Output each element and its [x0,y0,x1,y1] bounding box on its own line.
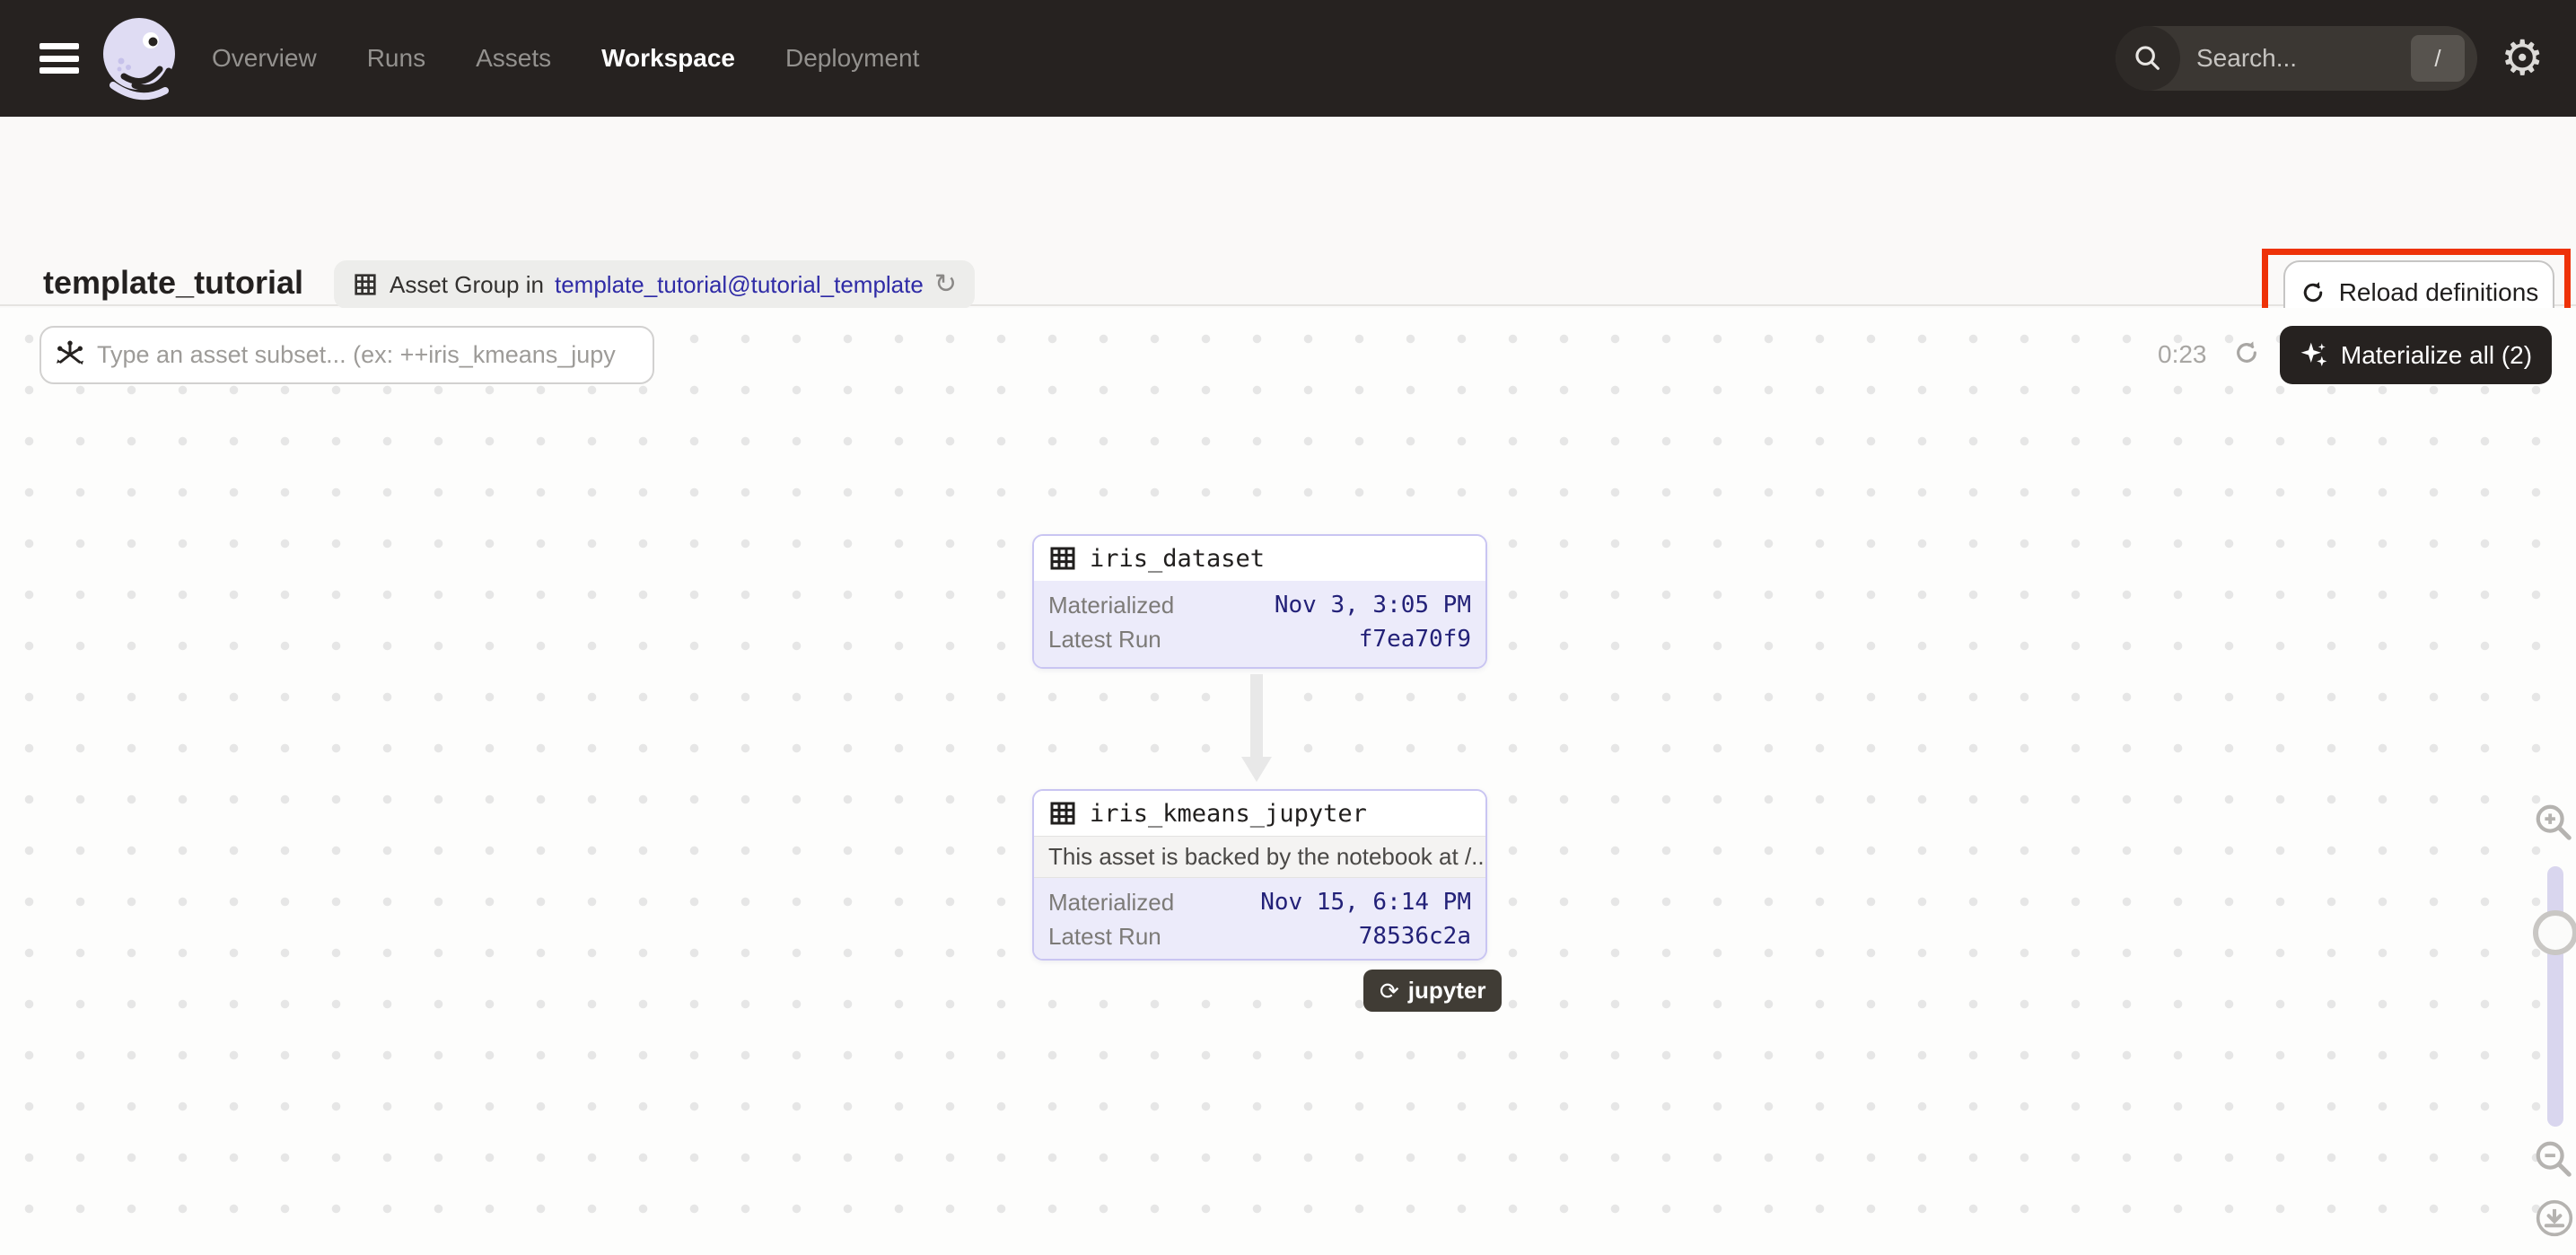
run-id-link[interactable]: 78536c2a [1359,923,1471,950]
sparkle-icon [2300,341,2328,370]
materialize-all-button[interactable]: Materialize all (2) [2280,326,2552,384]
row-label: Materialized [1048,889,1174,917]
search-shortcut-key: / [2411,35,2465,82]
asset-group-badge: Asset Group in template_tutorial@tutoria… [334,260,975,309]
search-placeholder: Search... [2196,44,2411,73]
lineage-edge [1250,674,1263,757]
nav-item-assets[interactable]: Assets [476,44,551,73]
latest-run-row: Latest Run f7ea70f9 [1048,622,1471,656]
materialize-all-label: Materialize all (2) [2341,341,2532,370]
zoom-in-button[interactable] [2533,802,2574,847]
asset-name: iris_dataset [1090,545,1265,573]
materialized-row: Materialized Nov 15, 6:14 PM [1048,885,1471,919]
asset-node-iris-kmeans-jupyter[interactable]: iris_kmeans_jupyter This asset is backed… [1032,789,1487,961]
asset-filter-input[interactable] [39,326,654,384]
badge-reload-icon[interactable]: ↻ [934,271,957,298]
nav-item-workspace[interactable]: Workspace [601,44,735,73]
graph-refresh-icon[interactable] [2232,338,2261,372]
nav-item-runs[interactable]: Runs [367,44,425,73]
table-grid-icon [1048,544,1077,573]
settings-gear-icon[interactable]: ⚙ [2501,34,2544,83]
zoom-out-button[interactable] [2533,1138,2574,1184]
row-value[interactable]: Nov 3, 3:05 PM [1275,592,1471,619]
zoom-slider-track[interactable] [2547,866,2563,1127]
download-image-button[interactable] [2535,1198,2574,1242]
asset-node-header: iris_kmeans_jupyter [1034,791,1485,836]
dagster-logo-icon[interactable] [97,13,187,104]
search-input[interactable]: Search... / [2116,26,2477,91]
hamburger-menu-icon[interactable] [39,43,79,74]
row-label: Materialized [1048,592,1174,619]
table-grid-icon [1048,799,1077,828]
refresh-icon [2300,279,2326,306]
search-icon [2116,26,2180,91]
asset-description: This asset is backed by the notebook at … [1034,836,1485,878]
compute-kind-label: jupyter [1408,977,1486,1005]
row-label: Latest Run [1048,626,1161,654]
asset-group-label: Asset Group in [390,271,544,299]
asset-node-body: Materialized Nov 3, 3:05 PM Latest Run f… [1034,581,1485,669]
reload-definitions-label: Reload definitions [2339,278,2539,307]
jupyter-cycle-icon: ⟳ [1380,979,1399,1003]
asset-name: iris_kmeans_jupyter [1090,800,1367,828]
asset-node-header: iris_dataset [1034,536,1485,581]
asset-node-iris-dataset[interactable]: iris_dataset Materialized Nov 3, 3:05 PM… [1032,534,1487,669]
nav-item-overview[interactable]: Overview [212,44,317,73]
asset-group-link[interactable]: template_tutorial@tutorial_template [555,271,924,299]
table-grid-icon [352,271,379,298]
nav-links: Overview Runs Assets Workspace Deploymen… [212,0,919,117]
run-id-link[interactable]: f7ea70f9 [1359,626,1471,653]
row-label: Latest Run [1048,923,1161,951]
page-title: template_tutorial [43,264,303,302]
row-value[interactable]: Nov 15, 6:14 PM [1260,889,1471,916]
nav-item-deployment[interactable]: Deployment [785,44,919,73]
lineage-edge-arrowhead [1241,757,1272,782]
lineage-canvas[interactable]: 0:23 Materialize all (2) iris_dataset Ma… [0,308,2576,1255]
asset-node-body: Materialized Nov 15, 6:14 PM Latest Run … [1034,878,1485,961]
top-nav: Overview Runs Assets Workspace Deploymen… [0,0,2576,117]
asset-graph-filter-icon [54,338,86,375]
compute-kind-tag-jupyter[interactable]: ⟳ jupyter [1363,970,1502,1012]
refresh-timer: 0:23 [2158,340,2207,369]
zoom-slider-knob[interactable] [2533,910,2576,955]
page-header: template_tutorial Asset Group in templat… [0,117,2576,306]
materialized-row: Materialized Nov 3, 3:05 PM [1048,588,1471,622]
latest-run-row: Latest Run 78536c2a [1048,919,1471,953]
